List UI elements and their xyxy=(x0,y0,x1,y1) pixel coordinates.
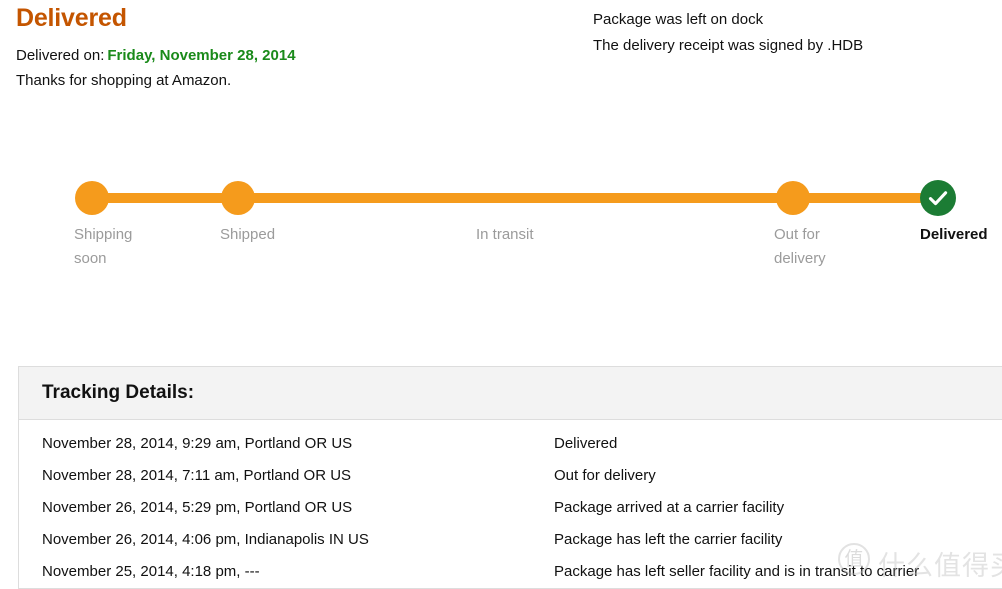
table-row: November 26, 2014, 5:29 pm, Portland OR … xyxy=(19,492,1002,524)
progress-label-in-transit: In transit xyxy=(476,226,534,243)
tracking-details-panel: Tracking Details: November 28, 2014, 9:2… xyxy=(18,366,1002,589)
table-row: November 25, 2014, 4:18 pm, --- Package … xyxy=(19,556,1002,588)
delivery-status-header: Delivered Delivered on: Friday, November … xyxy=(0,0,1002,150)
page-title: Delivered xyxy=(16,4,127,32)
tracking-details-header: Tracking Details: xyxy=(19,367,1002,420)
shipment-progress-tracker: Shipping soon Shipped In transit Out for… xyxy=(0,160,1002,310)
tracking-event-what: Package has left the carrier facility xyxy=(554,531,783,548)
tracking-event-what: Package arrived at a carrier facility xyxy=(554,499,785,516)
check-icon xyxy=(928,191,948,206)
progress-bar-track xyxy=(76,193,940,203)
progress-node-shipping-soon xyxy=(75,181,109,215)
tracking-event-when: November 26, 2014, 4:06 pm, Indianapolis… xyxy=(42,531,369,548)
progress-label-shipping-soon: Shipping soon xyxy=(74,226,133,267)
tracking-event-when: November 28, 2014, 7:11 am, Portland OR … xyxy=(42,467,352,484)
tracking-event-when: November 26, 2014, 5:29 pm, Portland OR … xyxy=(42,499,353,516)
delivery-note-line: Package was left on dock xyxy=(593,11,764,28)
delivery-notes: Package was left on dock The delivery re… xyxy=(593,7,863,59)
tracking-details-title: Tracking Details: xyxy=(42,382,195,403)
progress-node-shipped xyxy=(221,181,255,215)
progress-label-delivered: Delivered xyxy=(920,226,988,243)
thanks-message: Thanks for shopping at Amazon. xyxy=(16,72,232,89)
delivered-on-line: Delivered on: Friday, November 28, 2014 xyxy=(16,47,296,64)
table-row: November 28, 2014, 9:29 am, Portland OR … xyxy=(19,428,1002,460)
delivered-on-date: Friday, November 28, 2014 xyxy=(107,47,296,64)
progress-node-delivered xyxy=(920,180,956,216)
tracking-event-what: Delivered xyxy=(554,435,618,452)
tracking-event-what: Out for delivery xyxy=(554,467,656,484)
progress-label-out-for-delivery: Out for delivery xyxy=(774,226,826,267)
progress-label-shipped: Shipped xyxy=(220,226,276,243)
delivered-on-label: Delivered on: xyxy=(16,47,105,64)
table-row: November 28, 2014, 7:11 am, Portland OR … xyxy=(19,460,1002,492)
delivery-note-line: The delivery receipt was signed by .HDB xyxy=(593,37,864,54)
tracking-details-table: November 28, 2014, 9:29 am, Portland OR … xyxy=(19,428,1002,588)
table-row: November 26, 2014, 4:06 pm, Indianapolis… xyxy=(19,524,1002,556)
tracking-event-what: Package has left seller facility and is … xyxy=(554,563,920,580)
tracking-event-when: November 25, 2014, 4:18 pm, --- xyxy=(42,563,260,580)
tracking-event-when: November 28, 2014, 9:29 am, Portland OR … xyxy=(42,435,353,452)
progress-node-out-for-delivery xyxy=(776,181,810,215)
